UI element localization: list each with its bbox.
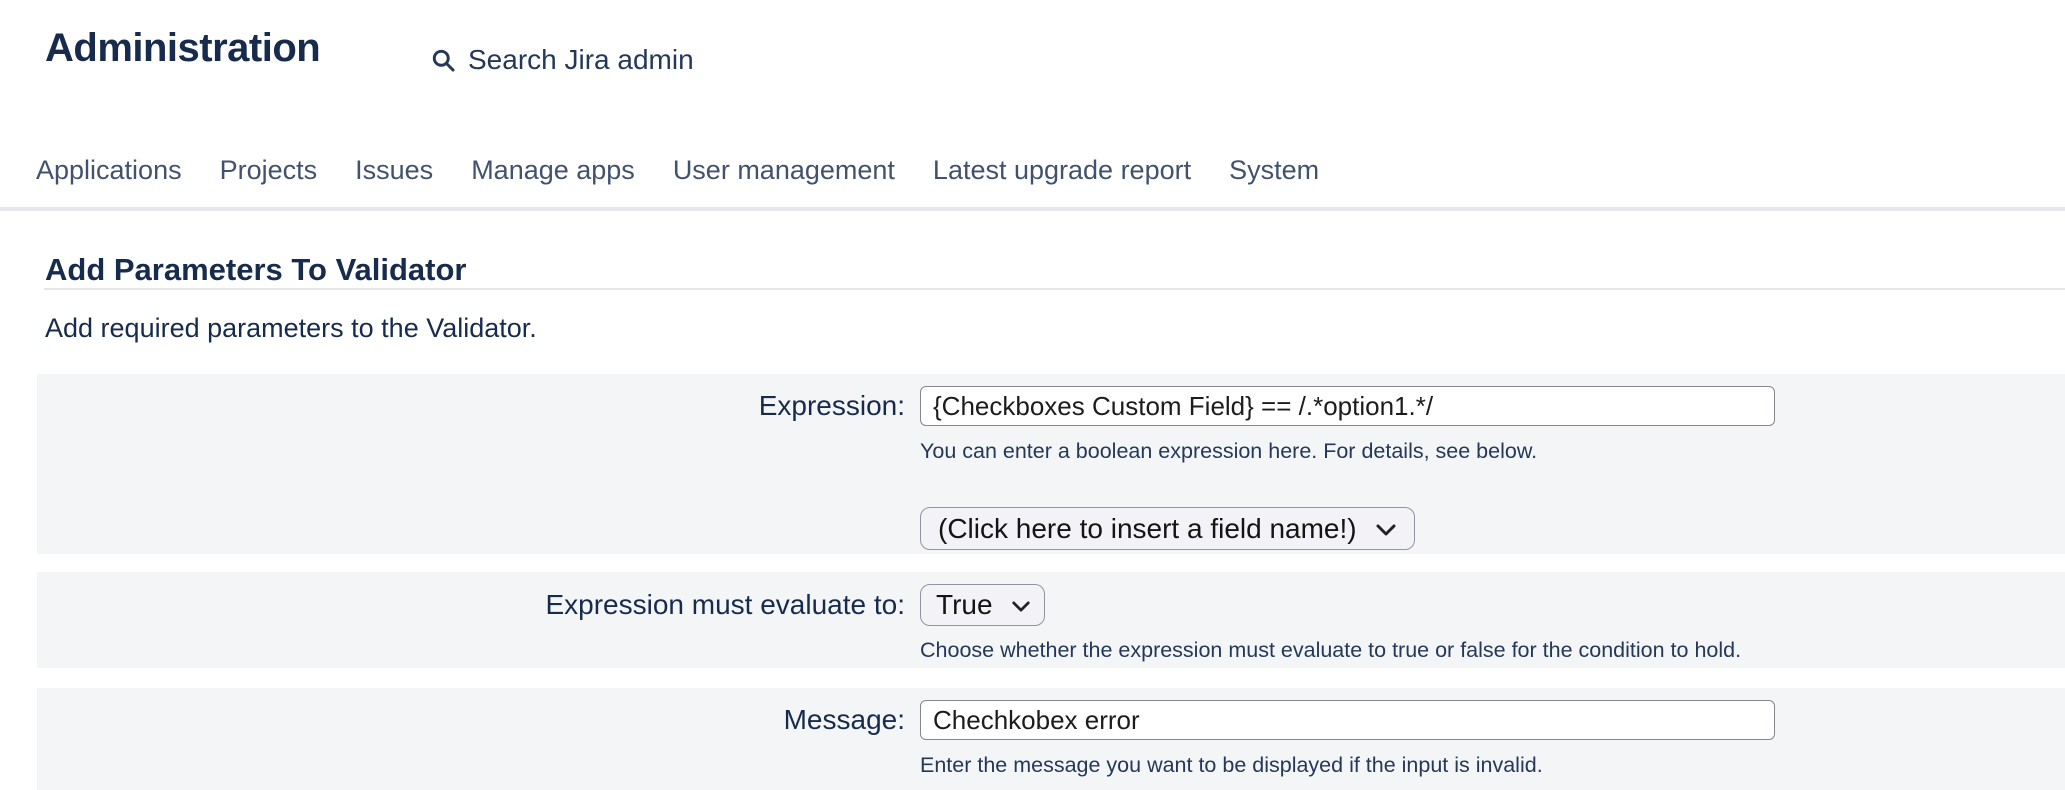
page-title-underline [44,288,2065,290]
jira-admin-page: Administration Search Jira admin Applica… [0,0,2065,790]
admin-nav: Applications Projects Issues Manage apps… [36,155,1319,186]
page-title: Add Parameters To Validator [45,252,467,288]
field-name-select[interactable]: (Click here to insert a field name!) [920,507,1415,550]
nav-item-applications[interactable]: Applications [36,155,182,186]
message-input[interactable] [920,700,1775,740]
field-name-select-value: (Click here to insert a field name!) [938,513,1357,545]
nav-item-projects[interactable]: Projects [220,155,318,186]
page-description: Add required parameters to the Validator… [45,313,537,344]
message-controls: Enter the message you want to be display… [920,688,1775,778]
header-divider [0,207,2065,211]
evaluate-controls: True Choose whether the expression must … [920,572,1741,663]
expression-controls: You can enter a boolean expression here.… [920,374,1775,550]
page-header-title: Administration [45,26,320,71]
nav-item-issues[interactable]: Issues [355,155,433,186]
search-icon [430,47,457,74]
nav-item-manage-apps[interactable]: Manage apps [471,155,635,186]
evaluate-label: Expression must evaluate to: [37,572,905,626]
evaluate-select-value: True [936,589,993,621]
form-row-evaluate: Expression must evaluate to: True Choose… [37,572,2065,668]
nav-item-user-management[interactable]: User management [673,155,895,186]
expression-input[interactable] [920,386,1775,426]
form-row-expression: Expression: You can enter a boolean expr… [37,374,2065,554]
message-label: Message: [37,688,905,740]
chevron-down-icon [1375,520,1397,537]
nav-item-latest-upgrade-report[interactable]: Latest upgrade report [933,155,1191,186]
message-help-text: Enter the message you want to be display… [920,753,1543,778]
expression-help-text: You can enter a boolean expression here.… [920,439,1537,464]
evaluate-select[interactable]: True [920,584,1045,626]
expression-label: Expression: [37,374,905,426]
chevron-down-icon [1011,597,1031,613]
search-label: Search Jira admin [468,44,694,76]
evaluate-help-text: Choose whether the expression must evalu… [920,638,1741,663]
search-jira-admin[interactable]: Search Jira admin [430,44,694,76]
nav-item-system[interactable]: System [1229,155,1319,186]
form-row-message: Message: Enter the message you want to b… [37,688,2065,790]
